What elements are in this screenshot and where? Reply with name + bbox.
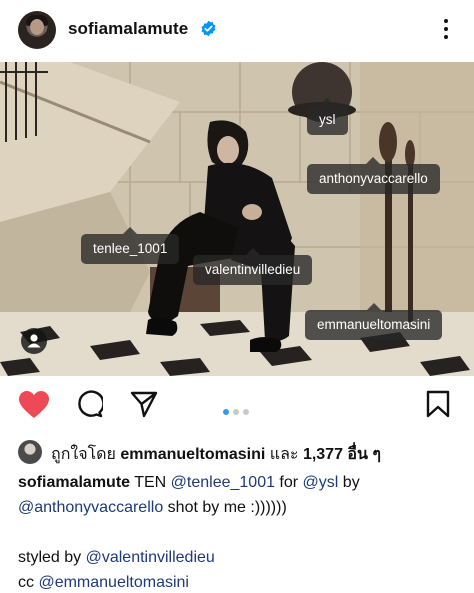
caption-text: cc (18, 574, 39, 591)
likes-count[interactable]: 1,377 อื่น ๆ (303, 446, 381, 463)
person-icon (27, 334, 41, 348)
caption-text: by (338, 474, 360, 491)
caption-line-2: @anthonyvaccarello shot by me :)))))) (18, 495, 458, 520)
caption-line-cc: cc @emmanueltomasini (18, 570, 458, 593)
likes-text: ถูกใจโดย emmanueltomasini และ 1,377 อื่น… (51, 442, 381, 467)
caption-text: styled by (18, 549, 86, 566)
mention-tenlee[interactable]: @tenlee_1001 (171, 474, 275, 491)
photo-tag-anthonyvaccarello[interactable]: anthonyvaccarello (307, 157, 440, 194)
likes-prefix: ถูกใจโดย (51, 446, 116, 463)
mention-anthonyvaccarello[interactable]: @anthonyvaccarello (18, 499, 163, 516)
post-caption: sofiamalamute TEN @tenlee_1001 for @ysl … (18, 470, 458, 593)
photo-tag-ysl[interactable]: ysl (307, 98, 348, 135)
caption-line-styled: styled by @valentinvilledieu (18, 545, 458, 570)
profile-avatar[interactable] (18, 11, 56, 49)
caption-text: shot by me :)))))) (163, 499, 287, 516)
user-tags-button[interactable] (21, 328, 47, 354)
comment-icon[interactable] (75, 390, 103, 418)
photo-tag-tenlee[interactable]: tenlee_1001 (81, 227, 180, 264)
mention-emmanueltomasini[interactable]: @emmanueltomasini (38, 574, 189, 591)
caption-text: for (274, 474, 303, 491)
photo-tag-emmanueltomasini[interactable]: emmanueltomasini (305, 303, 443, 340)
post-image[interactable]: ysl anthonyvaccarello tenlee_1001 valent… (0, 62, 474, 376)
photo-tag-valentinvilledieu[interactable]: valentinvilledieu (193, 248, 313, 285)
post-actions-bar (0, 376, 474, 434)
liker-avatar (18, 440, 42, 464)
caption-username[interactable]: sofiamalamute (18, 474, 130, 491)
bookmark-icon[interactable] (426, 390, 450, 418)
verified-badge-icon (201, 20, 216, 37)
caption-line-1: sofiamalamute TEN @tenlee_1001 for @ysl … (18, 470, 458, 495)
more-options-icon[interactable] (438, 16, 454, 46)
likes-and: และ (269, 446, 299, 463)
send-icon[interactable] (130, 390, 158, 418)
mention-valentinvilledieu[interactable]: @valentinvilledieu (86, 549, 215, 566)
heart-icon[interactable] (18, 390, 50, 420)
post-header: sofiamalamute (0, 0, 474, 62)
carousel-indicator (223, 402, 253, 415)
post-username[interactable]: sofiamalamute (68, 19, 188, 39)
mention-ysl[interactable]: @ysl (303, 474, 339, 491)
caption-text: TEN (130, 474, 171, 491)
liker-username[interactable]: emmanueltomasini (120, 446, 265, 463)
